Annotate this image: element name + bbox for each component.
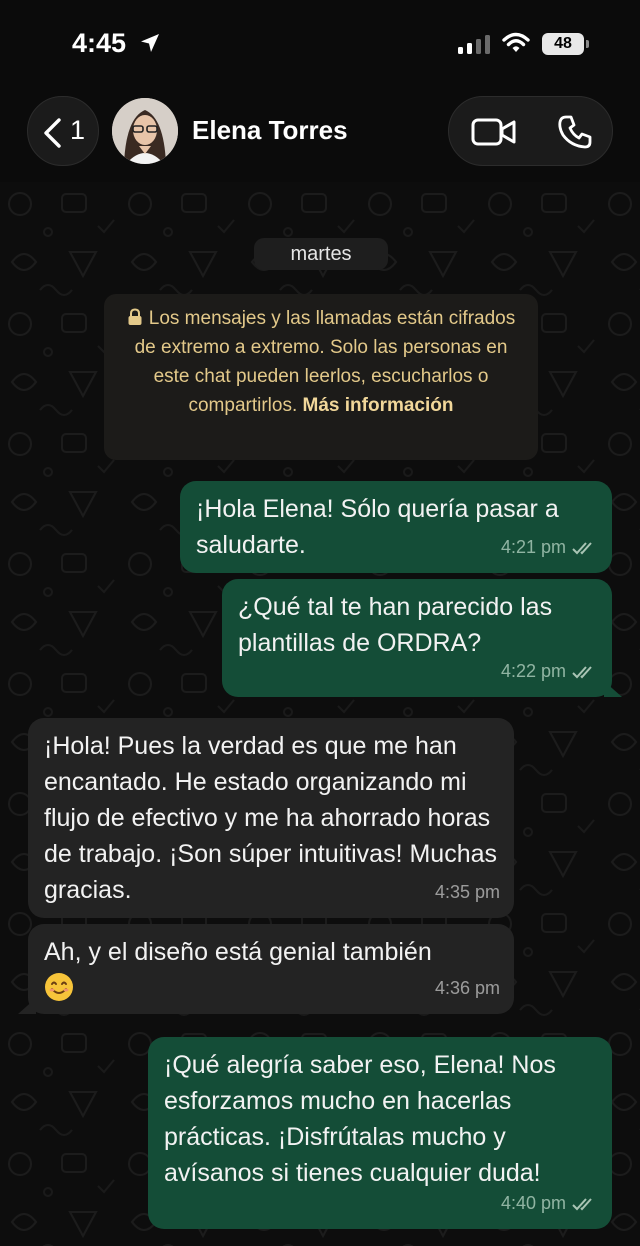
phone-call-icon[interactable]	[557, 114, 593, 150]
read-ticks-icon	[572, 1198, 592, 1211]
message-time: 4:21 pm	[500, 537, 566, 557]
wifi-icon	[502, 32, 530, 52]
message-time: 4:36 pm	[434, 978, 500, 998]
message-text: Ah, y el diseño está genial también	[44, 938, 432, 966]
video-call-icon[interactable]	[471, 117, 517, 147]
message-text: ¡Hola! Pues la verdad es que me han enca…	[44, 732, 498, 904]
message-time: 4:35 pm	[434, 882, 500, 902]
chat-area[interactable]: martes Los mensajes y las llamadas están…	[0, 182, 640, 1246]
message-text: ¿Qué tal te han parecido las plantillas …	[238, 593, 553, 657]
message-meta: 4:35 pm	[435, 874, 500, 910]
message-bubble-outgoing[interactable]: ¿Qué tal te han parecido las plantillas …	[222, 579, 622, 697]
avatar[interactable]	[112, 98, 178, 164]
call-actions	[448, 96, 613, 166]
chat-header: 1 Elena Torres	[0, 90, 640, 182]
unread-count: 1	[70, 115, 86, 145]
contact-name[interactable]: Elena Torres	[192, 115, 348, 146]
message-text: ¡Qué alegría saber eso, Elena! Nos esfor…	[164, 1051, 556, 1187]
status-time: 4:45	[72, 28, 127, 58]
message-meta: 4:22 pm	[501, 653, 598, 689]
message-meta: 4:36 pm	[435, 970, 500, 1006]
battery-nub	[586, 40, 589, 48]
location-arrow-icon	[141, 34, 159, 52]
message-time: 4:22 pm	[500, 661, 566, 681]
message-bubble-outgoing[interactable]: ¡Qué alegría saber eso, Elena! Nos esfor…	[148, 1037, 612, 1229]
date-separator: martes	[254, 238, 388, 270]
back-button[interactable]: 1	[27, 96, 99, 166]
read-ticks-icon	[572, 542, 592, 555]
message-bubble-incoming[interactable]: ¡Hola! Pues la verdad es que me han enca…	[28, 718, 514, 918]
avatar-image	[112, 98, 178, 164]
bubble-tail	[18, 998, 36, 1014]
message-time: 4:40 pm	[500, 1193, 566, 1213]
message-bubble-outgoing[interactable]: ¡Hola Elena! Sólo quería pasar a saludar…	[180, 481, 612, 573]
message-bubble-incoming[interactable]: Ah, y el diseño está genial también 4:36…	[18, 924, 514, 1014]
cellular-signal-icon	[458, 35, 490, 54]
message-meta: 4:21 pm	[501, 529, 598, 565]
encryption-notice[interactable]: Los mensajes y las llamadas están cifrad…	[104, 294, 538, 460]
battery-indicator: 48	[542, 33, 584, 55]
message-meta: 4:40 pm	[501, 1185, 598, 1221]
status-bar: 4:45 48	[0, 0, 640, 90]
smiling-face-emoji-icon	[45, 973, 73, 1001]
chevron-left-icon	[44, 118, 61, 148]
bubble-tail	[604, 681, 622, 697]
more-info-link[interactable]: Más información	[303, 395, 454, 416]
read-ticks-icon	[572, 666, 592, 679]
lock-icon	[128, 308, 142, 325]
